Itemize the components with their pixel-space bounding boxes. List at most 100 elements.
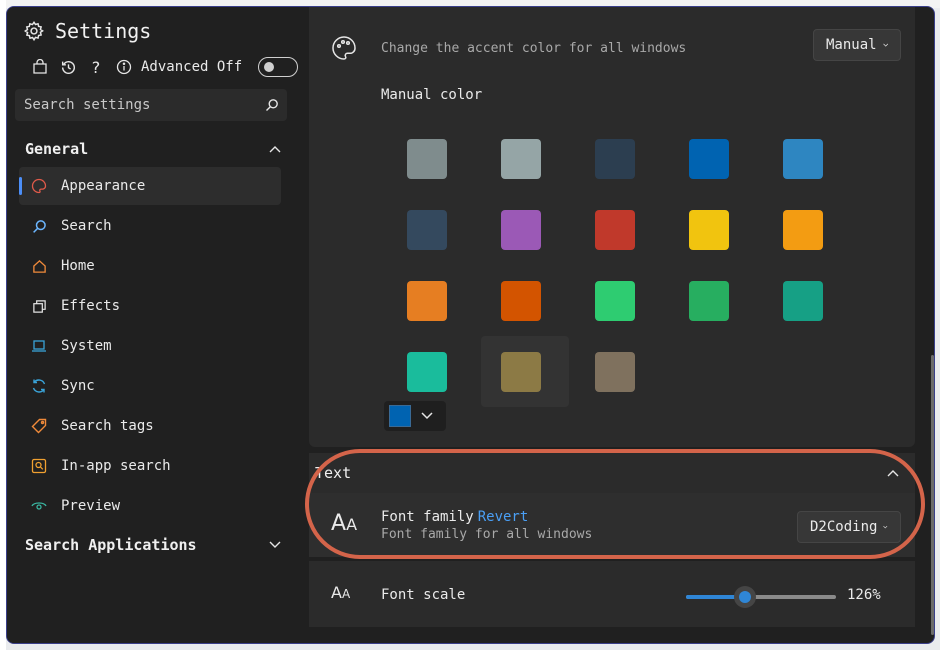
custom-color-picker[interactable] bbox=[384, 401, 446, 431]
info-icon bbox=[115, 58, 133, 76]
swatch-cell bbox=[763, 194, 857, 265]
window-title: Settings bbox=[23, 19, 151, 43]
text-section-title: Text bbox=[315, 464, 352, 482]
eye-icon bbox=[31, 498, 47, 514]
group-search-applications-label: Search Applications bbox=[25, 536, 197, 554]
sidebar-item-appearance[interactable]: Appearance bbox=[19, 167, 281, 205]
color-swatch[interactable] bbox=[501, 209, 541, 250]
color-swatch[interactable] bbox=[501, 280, 541, 321]
font-family-title: Font family bbox=[381, 509, 474, 525]
color-swatch[interactable] bbox=[407, 280, 447, 321]
chevron-up-icon bbox=[887, 470, 899, 477]
sidebar-item-search[interactable]: Search bbox=[19, 207, 281, 245]
swatch-cell bbox=[669, 265, 763, 336]
font-family-row: AA Font family Revert Font family for all… bbox=[309, 493, 915, 557]
sidebar: Settings ? Advanced Off General bbox=[7, 7, 299, 643]
swatch-cell bbox=[387, 194, 481, 265]
sync-icon bbox=[31, 378, 47, 394]
sidebar-item-effects[interactable]: Effects bbox=[19, 287, 281, 325]
help-icon[interactable]: ? bbox=[87, 58, 105, 77]
sidebar-item-label: Appearance bbox=[61, 178, 146, 194]
font-family-title-wrap: Font family Revert bbox=[381, 509, 528, 525]
chevron-up-icon bbox=[269, 146, 281, 153]
swatch-cell bbox=[481, 336, 569, 407]
laptop-icon bbox=[31, 338, 47, 354]
color-swatch[interactable] bbox=[783, 138, 823, 179]
swatch-row bbox=[387, 336, 857, 407]
accent-mode-value: Manual bbox=[826, 37, 877, 53]
settings-content: Change the accent color for all windows … bbox=[309, 7, 934, 643]
sidebar-item-preview[interactable]: Preview bbox=[19, 487, 281, 525]
swatch-cell bbox=[387, 336, 481, 407]
revert-link[interactable]: Revert bbox=[478, 509, 529, 525]
group-general-label: General bbox=[25, 140, 89, 158]
advanced-mode-toggle[interactable] bbox=[258, 57, 299, 77]
swatch-cell bbox=[481, 265, 575, 336]
sidebar-item-search-tags[interactable]: Search tags bbox=[19, 407, 281, 445]
sidebar-item-label: Search bbox=[61, 218, 112, 234]
search-input[interactable] bbox=[24, 97, 265, 113]
color-swatch[interactable] bbox=[783, 209, 823, 250]
color-swatch[interactable] bbox=[689, 138, 729, 179]
color-swatch[interactable] bbox=[595, 351, 635, 392]
color-swatch[interactable] bbox=[407, 351, 447, 392]
color-swatch[interactable] bbox=[501, 138, 541, 179]
color-swatch[interactable] bbox=[595, 209, 635, 250]
swatch-row bbox=[387, 194, 857, 265]
color-swatch[interactable] bbox=[501, 351, 541, 392]
color-swatch[interactable] bbox=[407, 209, 447, 250]
font-family-value: D2Coding bbox=[810, 519, 878, 535]
chevron-down-icon bbox=[883, 525, 888, 529]
font-icon: AA bbox=[331, 511, 358, 536]
font-family-description: Font family for all windows bbox=[381, 527, 593, 542]
in-app-search-icon bbox=[31, 458, 47, 474]
group-search-applications-header[interactable]: Search Applications bbox=[25, 531, 281, 559]
color-swatch[interactable] bbox=[595, 138, 635, 179]
swatch-row bbox=[387, 265, 857, 336]
font-scale-icon: AA bbox=[331, 583, 351, 602]
selected-color-chip bbox=[389, 405, 411, 427]
font-scale-title: Font scale bbox=[381, 587, 466, 603]
swatch-cell bbox=[669, 194, 763, 265]
accent-mode-dropdown[interactable]: Manual bbox=[813, 29, 901, 61]
swatch-cell bbox=[575, 336, 669, 407]
swatch-cell bbox=[481, 194, 575, 265]
font-family-dropdown[interactable]: D2Coding bbox=[797, 511, 901, 543]
scrollbar[interactable] bbox=[931, 355, 934, 635]
search-icon[interactable] bbox=[265, 98, 279, 112]
swatch-cell bbox=[387, 265, 481, 336]
sidebar-item-home[interactable]: Home bbox=[19, 247, 281, 285]
chevron-down-icon bbox=[882, 43, 888, 47]
history-icon[interactable] bbox=[59, 58, 77, 76]
accent-description: Change the accent color for all windows bbox=[381, 41, 687, 56]
color-swatch[interactable] bbox=[595, 280, 635, 321]
swatch-row bbox=[387, 123, 857, 194]
sidebar-item-label: Sync bbox=[61, 378, 95, 394]
slider-thumb[interactable] bbox=[733, 586, 756, 608]
color-swatch-grid bbox=[387, 123, 857, 407]
color-swatch[interactable] bbox=[689, 209, 729, 250]
color-swatch[interactable] bbox=[783, 280, 823, 321]
font-scale-slider[interactable] bbox=[686, 586, 836, 608]
sidebar-toolbar: ? Advanced Off bbox=[31, 57, 299, 77]
color-swatch[interactable] bbox=[689, 280, 729, 321]
sidebar-item-sync[interactable]: Sync bbox=[19, 367, 281, 405]
sidebar-item-system[interactable]: System bbox=[19, 327, 281, 365]
group-general-header[interactable]: General bbox=[25, 135, 281, 163]
swatch-cell bbox=[763, 265, 857, 336]
sidebar-item-label: Home bbox=[61, 258, 95, 274]
swatch-cell bbox=[575, 123, 669, 194]
home-icon bbox=[31, 258, 47, 274]
effects-icon bbox=[31, 298, 47, 314]
sidebar-item-label: Search tags bbox=[61, 418, 154, 434]
swatch-cell bbox=[669, 123, 763, 194]
store-icon[interactable] bbox=[31, 58, 49, 76]
text-section-header[interactable]: Text bbox=[309, 453, 915, 493]
settings-window: Settings ? Advanced Off General bbox=[6, 6, 935, 644]
search-icon bbox=[31, 218, 47, 234]
chevron-down-icon bbox=[421, 412, 433, 420]
palette-icon bbox=[332, 36, 356, 60]
sidebar-item-in-app-search[interactable]: In-app search bbox=[19, 447, 281, 485]
font-scale-value: 126% bbox=[847, 587, 881, 603]
color-swatch[interactable] bbox=[407, 138, 447, 179]
